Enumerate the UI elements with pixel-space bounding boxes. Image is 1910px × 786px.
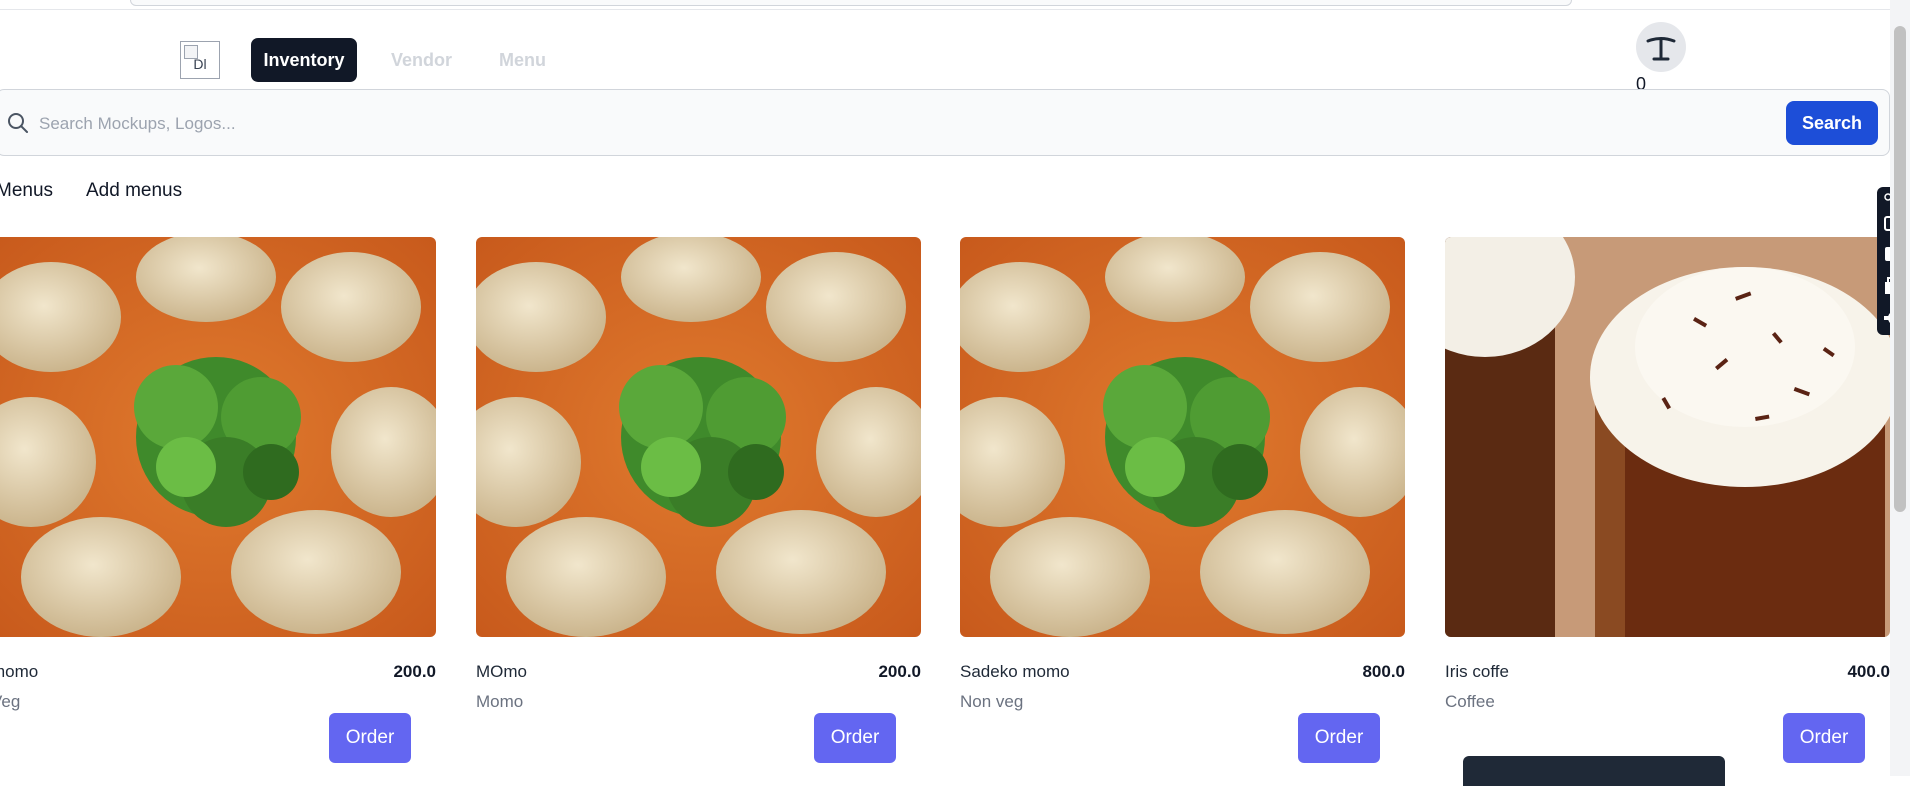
vertical-scrollbar[interactable] [1890,0,1910,776]
user-avatar-icon [1646,37,1676,61]
order-button[interactable]: Order [1298,713,1380,763]
menu-card: momo 200.0 Veg Order [0,237,436,777]
nav-menu[interactable]: Menu [485,38,560,82]
logo-image[interactable]: Dl [180,41,220,79]
nav-vendor[interactable]: Vendor [377,38,466,82]
order-button[interactable]: Order [1783,713,1865,763]
menu-card-price: 400.0 [1847,662,1890,681]
menu-card-name: momo [0,662,39,681]
menu-card-price: 200.0 [393,662,436,681]
menu-card-image [0,237,436,637]
broken-image-icon [184,45,198,59]
menu-card: Sadeko momo 800.0 Non veg Order [960,237,1405,777]
tab-add-menus[interactable]: Add menus [86,180,182,202]
menu-card-price: 800.0 [1362,662,1405,681]
menu-card-category: Non veg [960,692,1024,711]
menu-card-category: Coffee [1445,692,1495,711]
order-button[interactable]: Order [814,713,896,763]
order-button[interactable]: Order [329,713,411,763]
menu-card-category: Veg [0,692,21,711]
tab-menus[interactable]: Menus [0,180,53,202]
menu-card-name: MOmo [476,662,527,681]
scrollbar-thumb[interactable] [1894,26,1906,512]
menu-card-name: Iris coffe [1445,662,1509,681]
menu-card: MOmo 200.0 Momo Order [476,237,921,777]
menu-card-name: Sadeko momo [960,662,1070,681]
search-bar: Search [0,89,1890,156]
search-input[interactable] [37,102,1741,146]
search-icon [8,113,28,133]
toast-panel [1463,756,1725,786]
menu-card-image [476,237,921,637]
address-bar-edge [130,0,1572,6]
app-header: Dl Inventory Vendor Menu 0 [0,10,1890,94]
nav-inventory[interactable]: Inventory [251,38,357,82]
menu-card-image [960,237,1405,637]
browser-top-strip [0,0,1890,10]
menu-card-price: 200.0 [878,662,921,681]
menu-card-category: Momo [476,692,524,711]
avatar[interactable] [1636,22,1686,72]
menu-card: Iris coffe 400.0 Coffee Order [1445,237,1890,777]
search-button[interactable]: Search [1786,101,1878,145]
menu-card-image [1445,237,1890,637]
